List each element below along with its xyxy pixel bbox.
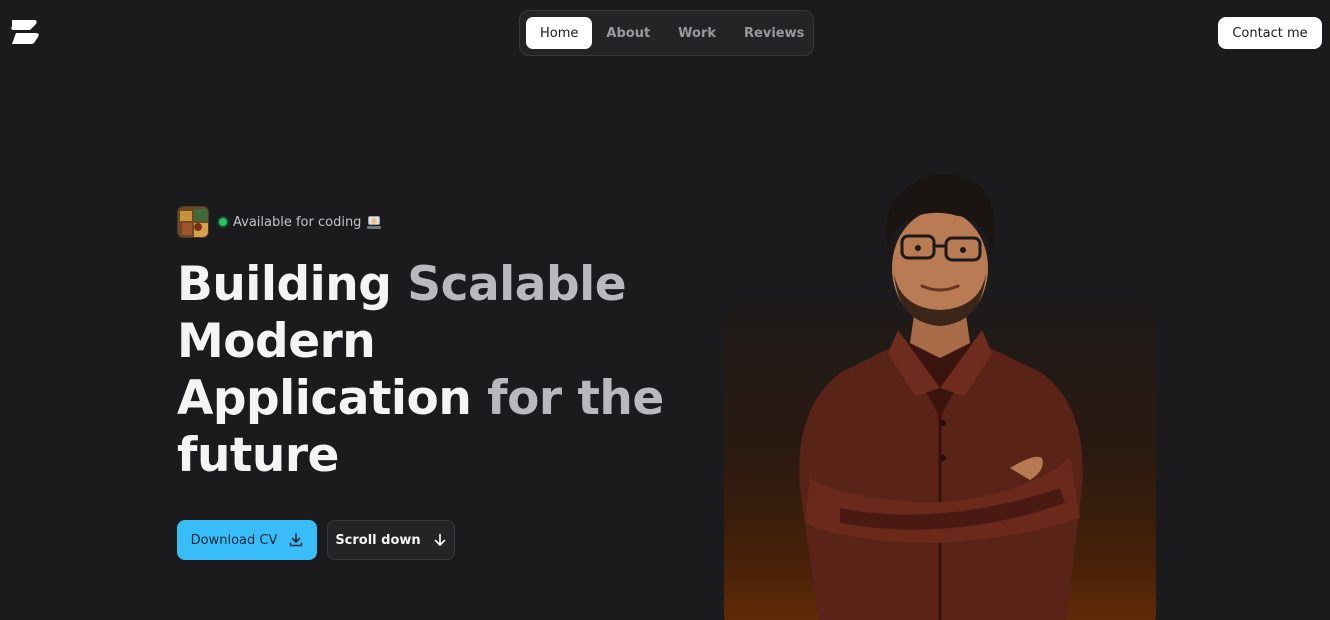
headline-word: future: [177, 428, 339, 483]
nav-work[interactable]: Work: [664, 17, 730, 49]
headline-word: Scalable: [407, 257, 627, 312]
hero-headline: Building Scalable Modern Application for…: [177, 256, 697, 484]
headline-word: for the: [487, 371, 664, 426]
nav-about[interactable]: About: [592, 17, 664, 49]
download-cv-label: Download CV: [190, 532, 278, 548]
nav-home[interactable]: Home: [526, 17, 593, 49]
logo-icon[interactable]: [10, 18, 40, 46]
headline-word: Modern: [177, 314, 376, 369]
scroll-down-label: Scroll down: [335, 532, 421, 548]
contact-button[interactable]: Contact me: [1218, 17, 1322, 49]
main-nav: Home About Work Reviews: [519, 10, 814, 56]
arrow-down-icon: [434, 533, 446, 546]
portrait-image: [799, 173, 1083, 620]
download-icon: [290, 533, 303, 547]
status-text: Available for coding: [233, 214, 362, 230]
scroll-down-button[interactable]: Scroll down: [327, 520, 455, 560]
headline-word: Building: [177, 257, 392, 312]
online-indicator: [219, 218, 227, 226]
headline-word: Application: [177, 371, 472, 426]
availability-status: Available for coding: [177, 206, 382, 238]
avatar: [177, 206, 209, 238]
page: Home About Work Reviews Contact me Avail…: [0, 0, 1330, 620]
download-cv-button[interactable]: Download CV: [177, 520, 317, 560]
technologist-icon: [367, 215, 382, 229]
nav-reviews[interactable]: Reviews: [730, 17, 818, 49]
